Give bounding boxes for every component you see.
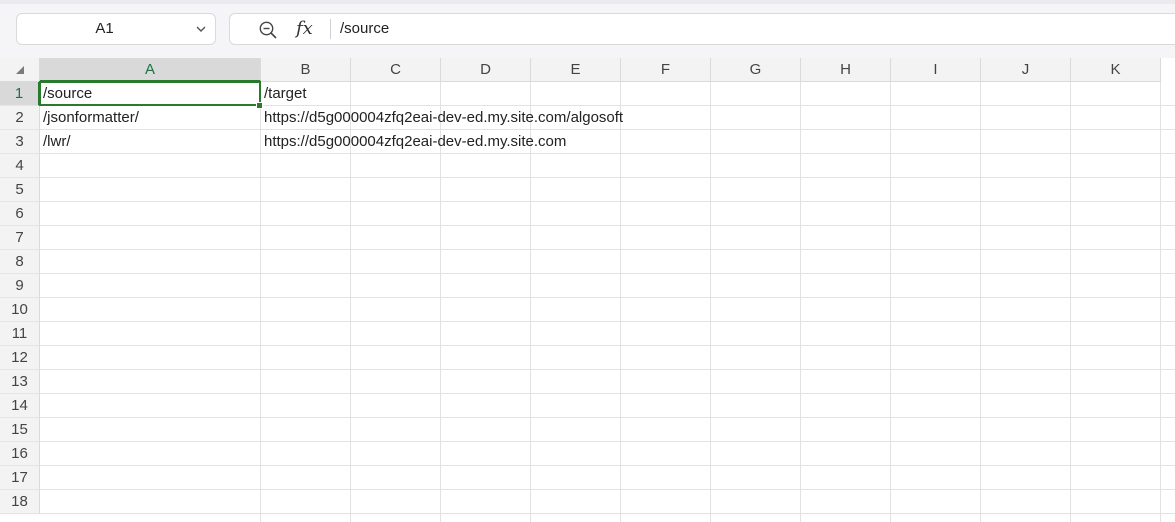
column-header-h[interactable]: H	[801, 58, 891, 82]
row-header-12[interactable]: 12	[0, 346, 40, 370]
name-box-value[interactable]: A1	[17, 14, 192, 44]
spreadsheet-grid[interactable]: ABCDEFGHIJK 1 2 3 4 5 6 7 8 9 10 11 12 13 14 15 16 17 18 …	[0, 58, 1175, 522]
top-strip	[0, 0, 1175, 4]
row-header-14[interactable]: 14	[0, 394, 40, 418]
formula-bar-divider	[330, 19, 331, 39]
toolbar: A1 fx /source	[0, 0, 1175, 58]
gridline-horizontal	[40, 225, 1175, 226]
gridline-horizontal	[40, 369, 1175, 370]
gridline-horizontal	[40, 177, 1175, 178]
row-header-15[interactable]: 15	[0, 418, 40, 442]
fill-handle[interactable]	[256, 102, 263, 109]
gridline-horizontal	[40, 417, 1175, 418]
gridline-horizontal	[40, 465, 1175, 466]
gridline-horizontal	[40, 153, 1175, 154]
row-header-7[interactable]: 7	[0, 226, 40, 250]
column-header-f[interactable]: F	[621, 58, 711, 82]
formula-input[interactable]: /source	[340, 14, 389, 44]
gridline-horizontal	[40, 393, 1175, 394]
column-header-g[interactable]: G	[711, 58, 801, 82]
gridline-vertical	[980, 82, 981, 522]
gridline-horizontal	[40, 489, 1175, 490]
column-header-c[interactable]: C	[351, 58, 441, 82]
zoom-out-icon[interactable]	[258, 20, 278, 40]
row-header-6[interactable]: 6	[0, 202, 40, 226]
name-box[interactable]: A1	[16, 13, 216, 45]
row-header-5[interactable]: 5	[0, 178, 40, 202]
cell-a3[interactable]: /lwr/	[40, 130, 71, 154]
gridline-horizontal	[40, 321, 1175, 322]
cell-area[interactable]: /source/target/jsonformatter/https://d5g…	[39, 81, 1175, 522]
gridline-vertical	[890, 82, 891, 522]
row-header-16[interactable]: 16	[0, 442, 40, 466]
gridline-horizontal	[40, 297, 1175, 298]
gridline-horizontal	[40, 345, 1175, 346]
column-header-a[interactable]: A	[40, 58, 261, 82]
cell-b3[interactable]: https://d5g000004zfq2eai-dev-ed.my.site.…	[261, 130, 566, 154]
row-header-10[interactable]: 10	[0, 298, 40, 322]
gridline-horizontal	[40, 201, 1175, 202]
row-header-17[interactable]: 17	[0, 466, 40, 490]
gridline-horizontal	[40, 513, 1175, 514]
fx-icon[interactable]: fx	[296, 16, 313, 42]
row-header-11[interactable]: 11	[0, 322, 40, 346]
gridline-vertical	[1070, 82, 1071, 522]
column-header-b[interactable]: B	[261, 58, 351, 82]
select-all-button[interactable]	[0, 58, 40, 82]
row-header-4[interactable]: 4	[0, 154, 40, 178]
gridline-vertical	[620, 82, 621, 522]
column-header-k[interactable]: K	[1071, 58, 1161, 82]
row-header-3[interactable]: 3	[0, 130, 40, 154]
gridline-vertical	[800, 82, 801, 522]
gridline-vertical	[710, 82, 711, 522]
row-header-1[interactable]: 1	[0, 82, 40, 106]
active-cell-outline	[39, 81, 261, 106]
cell-b1[interactable]: /target	[261, 82, 307, 106]
chevron-down-icon[interactable]	[195, 23, 207, 35]
cell-a2[interactable]: /jsonformatter/	[40, 106, 139, 130]
gridline-horizontal	[40, 249, 1175, 250]
row-header-2[interactable]: 2	[0, 106, 40, 130]
cell-b2[interactable]: https://d5g000004zfq2eai-dev-ed.my.site.…	[261, 106, 623, 130]
row-header-8[interactable]: 8	[0, 250, 40, 274]
row-header-9[interactable]: 9	[0, 274, 40, 298]
gridline-vertical	[1160, 82, 1161, 522]
row-header-13[interactable]: 13	[0, 370, 40, 394]
row-header-18[interactable]: 18	[0, 490, 40, 514]
gridline-horizontal	[40, 441, 1175, 442]
gridline-horizontal	[40, 273, 1175, 274]
formula-bar[interactable]: fx /source	[229, 13, 1175, 45]
column-header-i[interactable]: I	[891, 58, 981, 82]
column-header-d[interactable]: D	[441, 58, 531, 82]
column-header-j[interactable]: J	[981, 58, 1071, 82]
column-header-e[interactable]: E	[531, 58, 621, 82]
select-all-triangle-icon	[16, 66, 24, 74]
